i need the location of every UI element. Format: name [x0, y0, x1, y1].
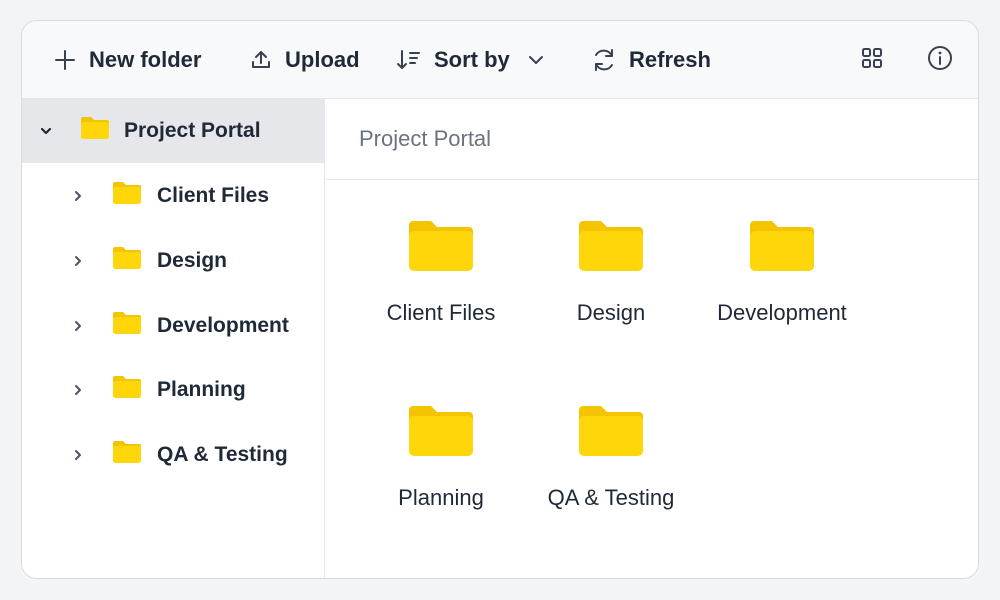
- tree-item-qa-testing[interactable]: QA & Testing: [22, 423, 325, 487]
- folder-icon: [407, 404, 475, 463]
- folder-tile-label: Design: [576, 300, 646, 325]
- info-button[interactable]: [925, 45, 955, 75]
- folder-tile-qa-testing[interactable]: QA & Testing: [526, 404, 696, 554]
- chevron-right-icon[interactable]: [71, 319, 85, 333]
- folder-icon: [407, 219, 475, 278]
- folder-tile-label: Development: [717, 300, 847, 325]
- chevron-right-icon[interactable]: [71, 383, 85, 397]
- folder-icon: [111, 439, 143, 471]
- folder-icon: [111, 310, 143, 342]
- grid-view-button[interactable]: [857, 45, 887, 75]
- breadcrumb: Project Portal: [326, 99, 978, 180]
- folder-icon: [577, 404, 645, 463]
- tree-item-label: Project Portal: [124, 119, 261, 142]
- file-manager-window: New folder Upload Sort by Refresh Projec…: [21, 20, 979, 579]
- folder-content-pane: Project Portal Client Files Design Devel…: [326, 99, 978, 578]
- upload-label: Upload: [285, 47, 360, 72]
- refresh-icon: [591, 47, 617, 73]
- plus-icon: [53, 48, 77, 72]
- sort-by-label: Sort by: [434, 47, 510, 72]
- chevron-right-icon[interactable]: [71, 189, 85, 203]
- folder-icon: [111, 374, 143, 406]
- folder-icon: [79, 115, 111, 147]
- sort-by-dropdown[interactable]: Sort by: [396, 21, 546, 99]
- tree-item-label: QA & Testing: [157, 443, 288, 466]
- sort-icon: [396, 47, 422, 73]
- folder-icon: [111, 180, 143, 212]
- tree-item-label: Client Files: [157, 184, 270, 207]
- folder-tile-development[interactable]: Development: [697, 219, 867, 369]
- tree-item-planning[interactable]: Planning: [22, 358, 325, 422]
- folder-tile-design[interactable]: Design: [526, 219, 696, 369]
- tree-item-project-portal[interactable]: Project Portal: [22, 99, 325, 163]
- folder-tile-client-files[interactable]: Client Files: [356, 219, 526, 369]
- tree-item-label: Development: [157, 314, 289, 337]
- chevron-down-icon[interactable]: [39, 124, 53, 138]
- info-icon: [927, 45, 953, 76]
- toolbar: New folder Upload Sort by Refresh: [22, 21, 978, 99]
- grid-icon: [860, 46, 884, 75]
- folder-icon: [577, 219, 645, 278]
- folder-tile-label: Planning: [398, 485, 484, 510]
- chevron-right-icon[interactable]: [71, 254, 85, 268]
- folder-tile-planning[interactable]: Planning: [356, 404, 526, 554]
- tree-item-design[interactable]: Design: [22, 229, 325, 293]
- new-folder-button[interactable]: New folder: [53, 21, 201, 99]
- tree-item-label: Design: [157, 249, 228, 272]
- new-folder-label: New folder: [89, 47, 202, 72]
- tree-item-label: Planning: [157, 378, 246, 401]
- folder-tree-sidebar: Project Portal Client Files Design Devel…: [22, 99, 325, 578]
- folder-icon: [748, 219, 816, 278]
- refresh-button[interactable]: Refresh: [591, 21, 711, 99]
- breadcrumb-item[interactable]: Project Portal: [359, 126, 491, 152]
- folder-tile-label: Client Files: [386, 300, 496, 325]
- upload-button[interactable]: Upload: [249, 21, 360, 99]
- tree-item-development[interactable]: Development: [22, 294, 325, 358]
- refresh-label: Refresh: [629, 47, 711, 72]
- folder-icon: [111, 245, 143, 277]
- folder-tile-label: QA & Testing: [547, 485, 675, 510]
- upload-icon: [249, 48, 273, 72]
- chevron-right-icon[interactable]: [71, 448, 85, 462]
- tree-item-client-files[interactable]: Client Files: [22, 164, 325, 228]
- chevron-down-icon: [526, 50, 546, 70]
